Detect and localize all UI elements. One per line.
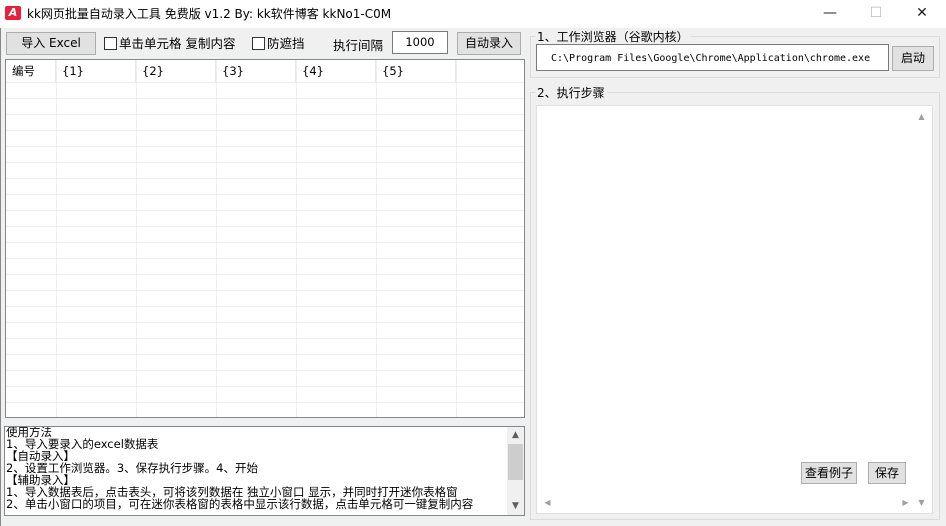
copy-cell-checkbox[interactable]: 单击单元格 复制内容: [104, 36, 235, 52]
header-cell-id[interactable]: 编号: [6, 60, 56, 82]
grid-row-line: [6, 210, 524, 211]
grid-row-line: [6, 354, 524, 355]
launch-button[interactable]: 启动: [892, 46, 934, 71]
grid-col-line: [376, 60, 377, 417]
scroll-left-icon[interactable]: ◀: [539, 494, 556, 511]
grid-row-line: [6, 338, 524, 339]
close-button[interactable]: ✕: [899, 0, 945, 28]
grid-row-line: [6, 290, 524, 291]
grid-row-line: [6, 370, 524, 371]
grid-row-line: [6, 194, 524, 195]
checkbox-icon: [104, 37, 117, 50]
usage-line: 2、设置工作浏览器。3、保存执行步骤。4、开始: [6, 461, 258, 475]
grid-col-line: [296, 60, 297, 417]
grid-row-line: [6, 98, 524, 99]
import-excel-button[interactable]: 导入 Excel: [6, 32, 96, 55]
grid-col-line: [56, 60, 57, 417]
grid-row-line: [6, 178, 524, 179]
grid-row-line: [6, 130, 524, 131]
steps-editor[interactable]: ▲ ▼ ◀ ▶: [536, 105, 933, 514]
save-steps-button[interactable]: 保存: [868, 462, 906, 484]
grid-row-line: [6, 162, 524, 163]
grid-row-line: [6, 242, 524, 243]
browser-path-input[interactable]: C:\Program Files\Google\Chrome\Applicati…: [536, 44, 889, 71]
grid-row-line: [6, 322, 524, 323]
title-bar: A kk网页批量自动录入工具 免费版 v1.2 By: kk软件博客 kkNo1…: [0, 0, 946, 28]
window-edge: [0, 0, 1, 526]
usage-line: 2、单击小窗口的项目，可在迷你表格窗的表格中显示该行数据，点击单元格可一键复制内…: [6, 497, 474, 511]
auto-entry-button[interactable]: 自动录入: [457, 32, 521, 55]
interval-input[interactable]: 1000: [392, 31, 448, 54]
anti-block-checkbox[interactable]: 防遮挡: [252, 36, 305, 52]
grid-row-line: [6, 306, 524, 307]
usage-instructions[interactable]: 使用方法 1、导入要录入的excel数据表 【自动录入】 2、设置工作浏览器。3…: [4, 426, 525, 516]
scroll-up-icon[interactable]: ▲: [913, 108, 930, 125]
grid-row-line: [6, 402, 524, 403]
view-example-button[interactable]: 查看例子: [801, 462, 857, 484]
grid-col-line: [216, 60, 217, 417]
scroll-thumb[interactable]: [508, 444, 523, 480]
app-logo-icon: A: [5, 6, 21, 20]
scroll-down-icon[interactable]: ▼: [913, 494, 930, 511]
grid-row-line: [6, 258, 524, 259]
grid-row-line: [6, 274, 524, 275]
header-cell-1[interactable]: {1}: [56, 60, 136, 82]
usage-scrollbar[interactable]: ▲ ▼: [507, 427, 524, 515]
header-cell-2[interactable]: {2}: [136, 60, 216, 82]
anti-block-label: 防遮挡: [267, 36, 305, 51]
scroll-down-icon[interactable]: ▼: [507, 498, 524, 515]
grid-col-line: [456, 60, 457, 417]
interval-label: 执行间隔: [333, 38, 384, 53]
grid-col-line: [136, 60, 137, 417]
grid-row-line: [6, 114, 524, 115]
data-grid[interactable]: 编号 {1} {2} {3} {4} {5}: [5, 59, 525, 418]
checkbox-icon: [252, 37, 265, 50]
usage-text: 使用方法 1、导入要录入的excel数据表 【自动录入】 2、设置工作浏览器。3…: [6, 427, 506, 511]
copy-cell-label: 单击单元格 复制内容: [119, 36, 236, 51]
minimize-button[interactable]: —: [807, 0, 853, 28]
scroll-up-icon[interactable]: ▲: [507, 427, 524, 444]
header-cell-3[interactable]: {3}: [216, 60, 296, 82]
browser-section-title: 1、工作浏览器（谷歌内核）: [535, 28, 691, 45]
header-cell-4[interactable]: {4}: [296, 60, 376, 82]
steps-section-title: 2、执行步骤: [535, 84, 607, 101]
header-cell-5[interactable]: {5}: [376, 60, 456, 82]
grid-row-line: [6, 82, 524, 83]
usage-line: 1、导入要录入的excel数据表: [6, 437, 159, 451]
maximize-button[interactable]: ☐: [853, 0, 899, 28]
grid-row-line: [6, 146, 524, 147]
grid-row-line: [6, 226, 524, 227]
grid-header: 编号 {1} {2} {3} {4} {5}: [6, 60, 524, 82]
window-title: kk网页批量自动录入工具 免费版 v1.2 By: kk软件博客 kkNo1-C…: [27, 7, 392, 21]
grid-row-line: [6, 386, 524, 387]
scroll-right-icon[interactable]: ▶: [897, 494, 914, 511]
